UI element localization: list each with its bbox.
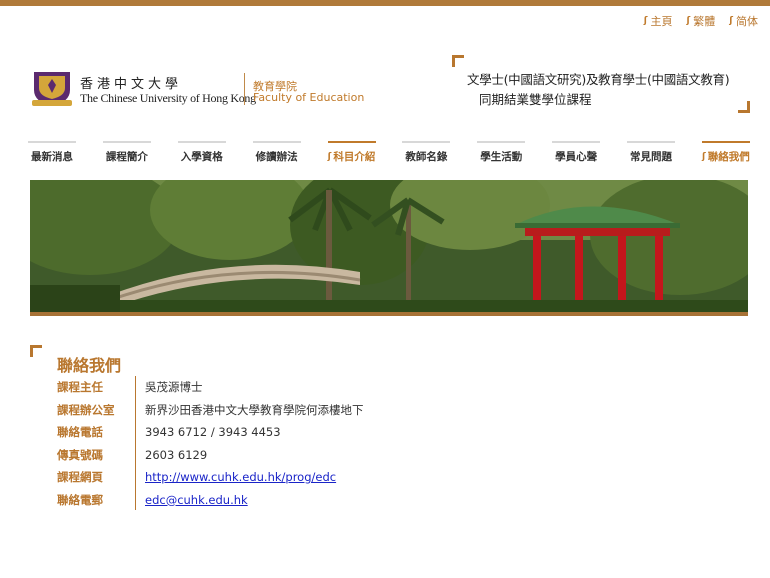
contact-label: 聯絡電話	[57, 425, 103, 440]
contact-section-title: 聯絡我們	[57, 356, 122, 375]
nav-label: 科目介紹	[333, 151, 376, 163]
bullet-icon: ʃ	[643, 16, 648, 26]
nav-label: 最新消息	[31, 151, 73, 163]
bullet-icon: ʃ	[729, 16, 733, 26]
programme-title-line1: 文學士(中國語文研究)及教育學士(中國語文教育)	[467, 72, 730, 87]
nav-label: 常見問題	[630, 151, 672, 163]
university-name-cn: 香港中文大學	[80, 77, 183, 92]
contact-label: 課程主任	[57, 380, 103, 395]
nav-label: 學員心聲	[555, 151, 598, 163]
banner-bottom-rule	[30, 312, 748, 316]
traditional-chinese-link[interactable]: ʃ 繁體	[687, 13, 716, 29]
nav-label: 入學資格	[180, 151, 223, 163]
nav-teachers[interactable]: ʃ教師名錄	[402, 141, 451, 165]
logo[interactable]: 香港中文大學 The Chinese University of Hong Ko…	[30, 70, 364, 110]
campus-banner-image	[30, 180, 748, 315]
nav-student-activities[interactable]: ʃ學生活動	[477, 141, 526, 165]
language-links: ʃ 主頁 ʃ 繁體 ʃ 简体	[644, 13, 758, 29]
university-crest-icon	[32, 72, 72, 106]
home-link[interactable]: ʃ 主頁	[644, 13, 673, 29]
nav-faq[interactable]: ʃ常見問題	[627, 141, 675, 165]
nav-label: 學生活動	[480, 151, 523, 163]
nav-label: 教師名錄	[405, 151, 448, 163]
nav-label: 修讀辦法	[255, 151, 298, 163]
top-rule	[0, 0, 770, 6]
nav-label: 聯絡我們	[707, 151, 750, 163]
nav-courses[interactable]: ʃ 科目介紹	[327, 141, 376, 165]
nav-latest-news[interactable]: ʃ最新消息	[28, 141, 76, 165]
website-link[interactable]: http://www.cuhk.edu.hk/prog/edc	[145, 470, 336, 484]
contact-value: 新界沙田香港中文大學教育學院何添樓地下	[145, 402, 364, 417]
nav-programme-intro[interactable]: ʃ課程簡介	[102, 141, 151, 165]
contact-details: 課程主任 吳茂源博士 課程辦公室 新界沙田香港中文大學教育學院何添樓地下 聯絡電…	[57, 376, 364, 511]
contact-value: 3943 6712 / 3943 4453	[145, 425, 281, 440]
traditional-chinese-label: 繁體	[693, 15, 716, 28]
nav-label: 課程簡介	[105, 151, 148, 163]
simplified-chinese-link[interactable]: ʃ 简体	[729, 13, 758, 29]
bullet-icon: ʃ	[702, 151, 706, 162]
main-nav: ʃ最新消息 ʃ課程簡介 ʃ入學資格 ʃ修讀辦法 ʃ科目介紹 ʃ教師名錄 ʃ學生活…	[28, 141, 750, 165]
contact-row-phone: 聯絡電話 3943 6712 / 3943 4453	[57, 421, 364, 444]
contact-label: 課程網頁	[57, 470, 103, 485]
bracket-top-left	[452, 55, 464, 67]
programme-title-line2: 同期結業雙學位課程	[479, 92, 592, 107]
contact-label: 聯絡電郵	[57, 492, 103, 507]
contact-row-office: 課程辦公室 新界沙田香港中文大學教育學院何添樓地下	[57, 399, 364, 422]
section-bracket	[30, 345, 42, 357]
contact-label: 傳真號碼	[57, 447, 103, 462]
bullet-icon: ʃ	[327, 151, 332, 162]
simplified-chinese-label: 简体	[736, 15, 758, 28]
faculty-name-en: Faculty of Education	[253, 91, 365, 104]
contact-row-website: 課程網頁 http://www.cuhk.edu.hk/prog/edc	[57, 466, 364, 489]
email-link[interactable]: edc@cuhk.edu.hk	[145, 493, 248, 507]
contact-value: 吳茂源博士	[145, 380, 203, 395]
contact-value: http://www.cuhk.edu.hk/prog/edc	[135, 470, 336, 484]
programme-title: 文學士(中國語文研究)及教育學士(中國語文教育) 同期結業雙學位課程	[452, 55, 750, 113]
bullet-icon: ʃ	[686, 16, 691, 26]
nav-admission[interactable]: ʃ入學資格	[177, 141, 226, 165]
contact-value: edc@cuhk.edu.hk	[135, 493, 248, 507]
logo-divider	[244, 73, 245, 105]
contact-row-fax: 傳真號碼 2603 6129	[57, 444, 364, 467]
contact-row-director: 課程主任 吳茂源博士	[57, 376, 364, 399]
home-link-label: 主頁	[650, 15, 673, 28]
contact-value: 2603 6129	[145, 447, 208, 462]
contact-row-email: 聯絡電郵 edc@cuhk.edu.hk	[57, 489, 364, 512]
contact-label: 課程辦公室	[57, 402, 115, 417]
nav-study-mode[interactable]: ʃ修讀辦法	[252, 141, 301, 165]
university-name-en: The Chinese University of Hong Kong	[80, 91, 256, 105]
nav-contact-us[interactable]: ʃ 聯絡我們	[701, 141, 750, 165]
nav-student-voices[interactable]: ʃ學員心聲	[552, 141, 601, 165]
bracket-bottom-right	[738, 101, 750, 113]
